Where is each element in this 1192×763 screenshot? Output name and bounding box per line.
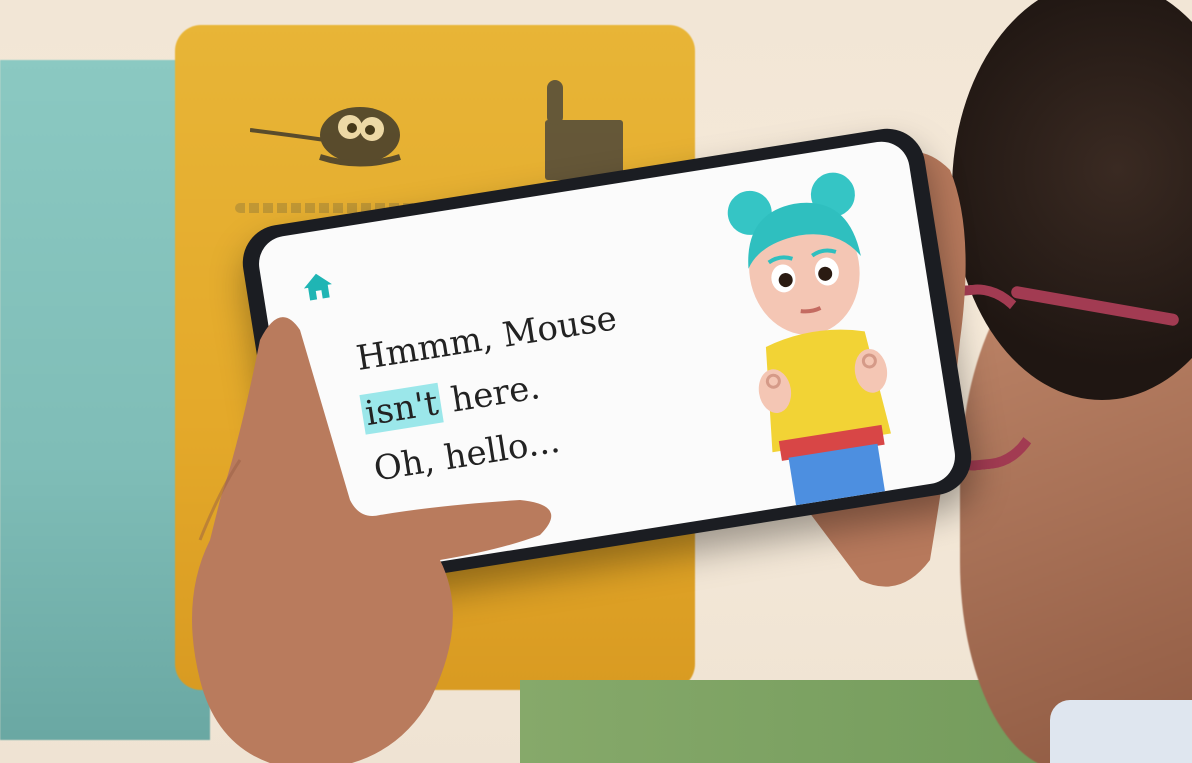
book-mouse-illustration <box>250 107 401 167</box>
photo-scene: Hmmm, Mouse isn't here. Oh, hello... <box>0 0 1192 763</box>
child-shirt <box>1050 700 1192 763</box>
book-box-illustration <box>545 80 623 180</box>
left-hand <box>192 317 552 763</box>
signing-character <box>727 172 891 510</box>
